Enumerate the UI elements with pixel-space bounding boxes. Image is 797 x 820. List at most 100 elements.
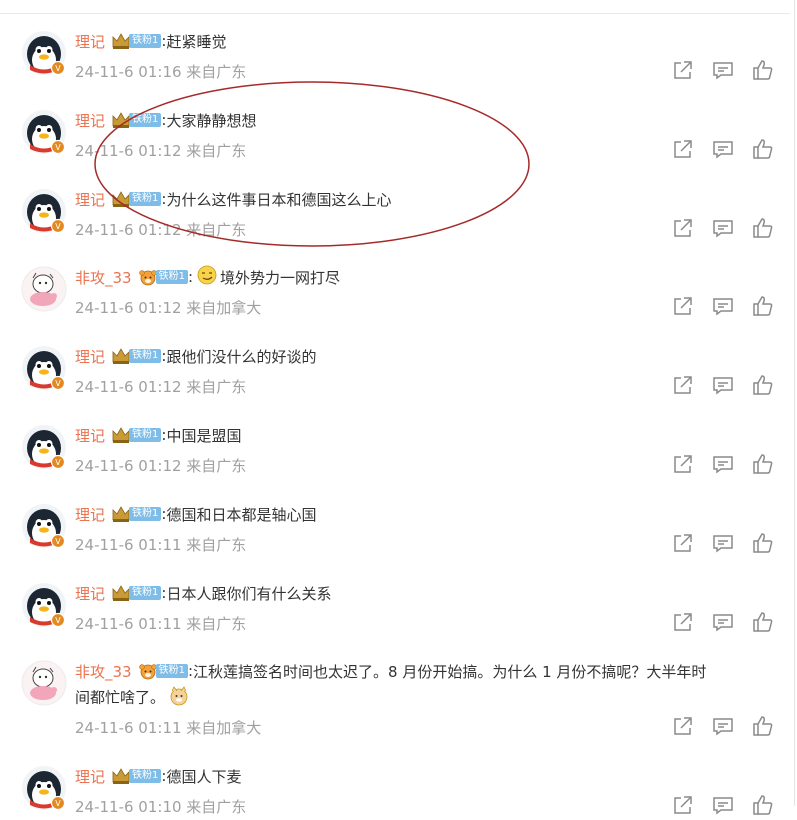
like-icon[interactable] <box>752 138 774 160</box>
fan-level-badge[interactable]: 铁粉1 <box>129 586 162 600</box>
comment-icon[interactable] <box>712 138 734 160</box>
tiger-badge-icon <box>138 268 158 286</box>
comment-text: 跟他们没什么的好谈的 <box>166 347 317 366</box>
comment-icon[interactable] <box>712 295 734 317</box>
comment-icon[interactable] <box>712 217 734 239</box>
svg-text:V: V <box>55 537 61 546</box>
user-avatar[interactable]: V <box>21 109 67 155</box>
username-link[interactable]: 理记 <box>75 110 105 131</box>
comment-text: 境外势力一网打尽 <box>220 268 341 287</box>
tiger-badge-icon <box>138 662 158 680</box>
fan-level-badge[interactable]: 铁粉1 <box>129 113 162 127</box>
fan-level-badge[interactable]: 铁粉1 <box>155 664 188 678</box>
svg-text:V: V <box>55 458 61 467</box>
comment-timestamp: 24-11-6 01:12 来自加拿大 <box>75 299 262 317</box>
like-icon[interactable] <box>752 59 774 81</box>
user-avatar[interactable] <box>21 266 67 312</box>
comment-prefix: : <box>187 268 194 286</box>
share-icon[interactable] <box>672 138 694 160</box>
comment-icon[interactable] <box>712 453 734 475</box>
comment-text-continued: 间都忙啥了。 <box>75 686 192 710</box>
username-link[interactable]: 理记 <box>75 31 105 52</box>
like-icon[interactable] <box>752 532 774 554</box>
fan-level-badge[interactable]: 铁粉1 <box>129 192 162 206</box>
share-icon[interactable] <box>672 611 694 633</box>
user-avatar[interactable]: V <box>21 765 67 811</box>
username-link[interactable]: 理记 <box>75 766 105 787</box>
comment-timestamp: 24-11-6 01:10 来自广东 <box>75 798 247 816</box>
crown-badge-icon <box>111 347 131 365</box>
fan-level-badge[interactable]: 铁粉1 <box>129 769 162 783</box>
fan-level-badge[interactable]: 铁粉1 <box>129 507 162 521</box>
username-link[interactable]: 理记 <box>75 504 105 525</box>
like-icon[interactable] <box>752 611 774 633</box>
user-avatar[interactable]: V <box>21 503 67 549</box>
doge-emoji-icon <box>169 686 189 710</box>
user-avatar[interactable]: V <box>21 30 67 76</box>
like-icon[interactable] <box>752 217 774 239</box>
svg-text:V: V <box>55 64 61 73</box>
user-avatar[interactable]: V <box>21 188 67 234</box>
user-avatar[interactable]: V <box>21 424 67 470</box>
top-divider <box>0 13 790 14</box>
comment-text: 大家静静想想 <box>166 111 257 130</box>
username-link[interactable]: 非攻_33 <box>75 661 132 682</box>
comment-icon[interactable] <box>712 532 734 554</box>
share-icon[interactable] <box>672 715 694 737</box>
fan-level-badge[interactable]: 铁粉1 <box>129 349 162 363</box>
comment-text: 德国和日本都是轴心国 <box>166 505 317 524</box>
user-avatar[interactable] <box>21 660 67 706</box>
like-icon[interactable] <box>752 295 774 317</box>
like-icon[interactable] <box>752 453 774 475</box>
like-icon[interactable] <box>752 374 774 396</box>
share-icon[interactable] <box>672 217 694 239</box>
crown-badge-icon <box>111 767 131 785</box>
comment-timestamp: 24-11-6 01:12 来自广东 <box>75 378 247 396</box>
smirk-emoji-icon <box>197 265 217 289</box>
share-icon[interactable] <box>672 295 694 317</box>
user-avatar[interactable]: V <box>21 345 67 391</box>
comment-timestamp: 24-11-6 01:11 来自广东 <box>75 536 247 554</box>
like-icon[interactable] <box>752 715 774 737</box>
share-icon[interactable] <box>672 59 694 81</box>
fan-level-badge[interactable]: 铁粉1 <box>129 34 162 48</box>
crown-badge-icon <box>111 426 131 444</box>
comment-timestamp: 24-11-6 01:11 来自加拿大 <box>75 719 262 737</box>
username-link[interactable]: 理记 <box>75 346 105 367</box>
comment-text: 中国是盟国 <box>166 426 242 445</box>
comment-text: 为什么这件事日本和德国这么上心 <box>166 190 392 209</box>
fan-level-badge[interactable]: 铁粉1 <box>129 428 162 442</box>
crown-badge-icon <box>111 584 131 602</box>
comment-icon[interactable] <box>712 374 734 396</box>
comment-icon[interactable] <box>712 715 734 737</box>
share-icon[interactable] <box>672 374 694 396</box>
like-icon[interactable] <box>752 794 774 816</box>
comment-text: 日本人跟你们有什么关系 <box>166 584 332 603</box>
crown-badge-icon <box>111 111 131 129</box>
crown-badge-icon <box>111 505 131 523</box>
comment-timestamp: 24-11-6 01:12 来自广东 <box>75 457 247 475</box>
comment-text: 德国人下麦 <box>166 767 242 786</box>
comment-timestamp: 24-11-6 01:16 来自广东 <box>75 63 247 81</box>
svg-text:V: V <box>55 799 61 808</box>
username-link[interactable]: 理记 <box>75 425 105 446</box>
share-icon[interactable] <box>672 532 694 554</box>
comment-text: 江秋莲搞签名时间也太迟了。8 月份开始搞。为什么 1 月份不搞呢？大半年时 <box>193 662 707 681</box>
crown-badge-icon <box>111 190 131 208</box>
username-link[interactable]: 理记 <box>75 189 105 210</box>
comment-timestamp: 24-11-6 01:12 来自广东 <box>75 142 247 160</box>
crown-badge-icon <box>111 32 131 50</box>
svg-text:V: V <box>55 616 61 625</box>
comment-timestamp: 24-11-6 01:12 来自广东 <box>75 221 247 239</box>
comment-timestamp: 24-11-6 01:11 来自广东 <box>75 615 247 633</box>
user-avatar[interactable]: V <box>21 582 67 628</box>
comment-text: 赶紧睡觉 <box>166 32 227 51</box>
comment-icon[interactable] <box>712 611 734 633</box>
share-icon[interactable] <box>672 453 694 475</box>
username-link[interactable]: 非攻_33 <box>75 267 132 288</box>
fan-level-badge[interactable]: 铁粉1 <box>155 270 188 284</box>
username-link[interactable]: 理记 <box>75 583 105 604</box>
comment-icon[interactable] <box>712 794 734 816</box>
share-icon[interactable] <box>672 794 694 816</box>
comment-icon[interactable] <box>712 59 734 81</box>
